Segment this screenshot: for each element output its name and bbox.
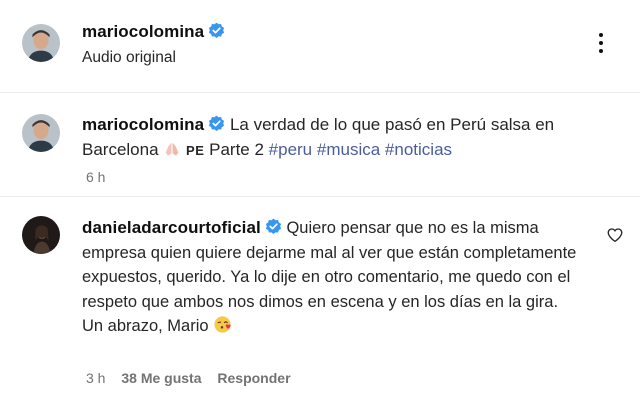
face-blowing-kiss-icon <box>213 315 232 342</box>
caption-timestamp[interactable]: 6 h <box>86 169 105 185</box>
username[interactable]: mariocolomina <box>82 22 204 41</box>
avatar[interactable] <box>22 114 60 152</box>
verified-badge-icon <box>208 22 225 39</box>
pray-hands-icon <box>163 140 181 165</box>
comment-likes[interactable]: 38 Me gusta <box>121 370 201 386</box>
heart-outline-icon[interactable] <box>606 226 624 244</box>
comment-signoff: Un abrazo, Mario <box>82 317 209 335</box>
flag-label: PE <box>186 143 205 158</box>
verified-badge-icon <box>265 218 282 235</box>
reply-button[interactable]: Responder <box>217 370 290 386</box>
avatar[interactable] <box>22 216 60 254</box>
post-header: mariocolomina Audio original <box>0 0 640 92</box>
comment-text: danieladarcourtoficial Quiero pensar que… <box>82 216 592 342</box>
audio-label[interactable]: Audio original <box>82 49 176 67</box>
more-options-icon[interactable] <box>586 28 616 58</box>
hashtag-link[interactable]: #musica <box>317 140 380 159</box>
hashtag-link[interactable]: #peru <box>269 140 312 159</box>
comment-timestamp[interactable]: 3 h <box>86 370 105 386</box>
caption-body-part2: Parte 2 <box>209 140 264 159</box>
hashtag-link[interactable]: #noticias <box>385 140 452 159</box>
comment-meta: 3 h 38 Me gusta Responder <box>86 370 303 386</box>
avatar[interactable] <box>22 24 60 62</box>
divider <box>0 196 640 197</box>
caption-text: mariocolomina La verdad de lo que pasó e… <box>82 112 612 165</box>
divider <box>0 92 640 93</box>
comment-username[interactable]: danieladarcourtoficial <box>82 218 261 237</box>
verified-badge-icon <box>208 115 225 132</box>
header-username-row: mariocolomina <box>82 22 225 42</box>
caption-username[interactable]: mariocolomina <box>82 115 204 134</box>
